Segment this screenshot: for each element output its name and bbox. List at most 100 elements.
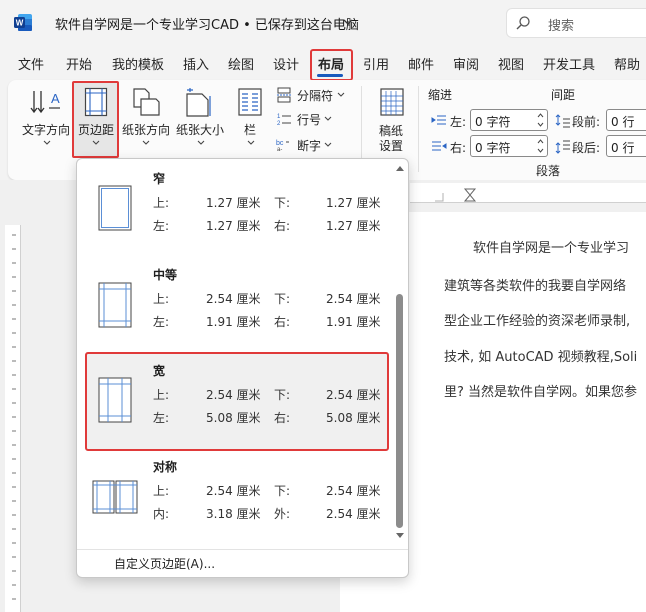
breaks-button[interactable]: 分隔符 xyxy=(297,87,333,104)
margin-corner-icon xyxy=(435,193,444,202)
document-text-line: 里? 当然是软件自学网。如果您参 xyxy=(444,385,638,400)
hyphenation-icon: bc a- xyxy=(276,140,289,152)
indent-left-value: 0 字符 xyxy=(475,115,511,129)
horizontal-ruler[interactable] xyxy=(410,183,646,203)
custom-margins-button[interactable]: 自定义页边距(A)... xyxy=(114,555,215,572)
spacing-after-value: 0 行 xyxy=(611,141,635,155)
option-label: 左: xyxy=(153,315,170,329)
indent-right-icon xyxy=(432,141,447,151)
tab-draw[interactable]: 绘图 xyxy=(228,54,254,73)
scroll-up-icon[interactable] xyxy=(395,164,405,172)
option-value: 1.91 厘米 xyxy=(326,315,381,329)
spacing-after-input[interactable]: 0 行 xyxy=(606,135,646,157)
paragraph-group-label: 段落 xyxy=(536,164,561,178)
svg-text:2: 2 xyxy=(277,121,281,127)
indent-right-input[interactable]: 0 字符 xyxy=(470,135,548,157)
spacing-before-value: 0 行 xyxy=(611,115,635,129)
option-label: 下: xyxy=(274,292,291,306)
spin-up-icon[interactable] xyxy=(537,139,544,144)
tab-layout-highlight xyxy=(310,49,353,81)
columns-icon xyxy=(238,88,262,116)
option-label: 上: xyxy=(153,292,170,306)
manuscript-icon xyxy=(380,88,404,116)
ruler-ticks-icon xyxy=(12,234,16,600)
svg-text:W: W xyxy=(16,19,24,28)
option-label: 下: xyxy=(274,196,291,210)
document-text-line: 软件自学网是一个专业学习 xyxy=(473,241,630,256)
option-name: 中等 xyxy=(153,268,178,282)
option-label: 外: xyxy=(274,507,291,521)
tab-view[interactable]: 视图 xyxy=(498,54,524,73)
option-value: 1.27 厘米 xyxy=(326,196,381,210)
tab-mailings[interactable]: 邮件 xyxy=(408,54,434,73)
option-value: 2.54 厘米 xyxy=(326,507,381,521)
vertical-ruler[interactable] xyxy=(5,225,21,612)
chevron-down-icon[interactable] xyxy=(43,140,51,146)
tab-file[interactable]: 文件 xyxy=(18,54,44,73)
tab-review[interactable]: 审阅 xyxy=(453,54,479,73)
document-text-line: 建筑等各类软件的我要自学网络 xyxy=(444,279,627,294)
option-label: 左: xyxy=(153,219,170,233)
chevron-down-icon[interactable] xyxy=(324,116,332,122)
search-icon xyxy=(516,16,530,30)
svg-text:A: A xyxy=(51,91,60,106)
option-value: 2.54 厘米 xyxy=(206,484,261,498)
option-name: 对称 xyxy=(153,460,178,474)
text-direction-button[interactable]: 文字方向 xyxy=(22,121,70,138)
line-numbers-button[interactable]: 行号 xyxy=(297,111,321,128)
tab-my-templates[interactable]: 我的模板 xyxy=(112,54,164,73)
chevron-down-icon[interactable] xyxy=(197,140,205,146)
paper-size-button[interactable]: 纸张大小 xyxy=(176,121,224,138)
tab-home[interactable]: 开始 xyxy=(66,54,92,73)
tab-insert[interactable]: 插入 xyxy=(183,54,209,73)
breaks-icon xyxy=(277,87,291,103)
option-value: 2.54 厘米 xyxy=(206,292,261,306)
search-placeholder: 搜索 xyxy=(548,19,575,34)
spin-up-icon[interactable] xyxy=(537,113,544,118)
orientation-button[interactable]: 纸张方向 xyxy=(122,121,170,138)
tab-developer[interactable]: 开发工具 xyxy=(543,54,595,73)
tab-help[interactable]: 帮助 xyxy=(614,54,640,73)
svg-text:a-: a- xyxy=(277,147,282,152)
tab-references[interactable]: 引用 xyxy=(363,54,389,73)
spin-down-icon[interactable] xyxy=(537,148,544,153)
scroll-down-icon[interactable] xyxy=(395,532,405,540)
option-value: 1.27 厘米 xyxy=(206,196,261,210)
scrollbar-thumb[interactable] xyxy=(396,294,403,528)
chevron-down-icon[interactable] xyxy=(337,92,345,98)
word-logo-icon: W xyxy=(14,14,32,31)
spacing-before-icon xyxy=(555,114,570,128)
option-label: 右: xyxy=(274,315,291,329)
chevron-down-icon[interactable] xyxy=(324,142,332,148)
spacing-after-icon xyxy=(555,140,570,154)
ruler-ticks-icon xyxy=(463,188,477,202)
manuscript-button-label-2: 设置 xyxy=(379,139,404,153)
indent-left-label: 左: xyxy=(450,115,467,129)
indent-right-value: 0 字符 xyxy=(475,141,511,155)
option-value: 1.27 厘米 xyxy=(326,219,381,233)
mirrored-margins-icon xyxy=(92,480,138,514)
spacing-before-input[interactable]: 0 行 xyxy=(606,109,646,131)
chevron-down-icon[interactable] xyxy=(341,15,355,29)
option-label: 下: xyxy=(274,484,291,498)
option-value: 1.91 厘米 xyxy=(206,315,261,329)
text-direction-icon: A xyxy=(30,91,60,114)
spacing-before-label: 段前: xyxy=(572,115,601,129)
chevron-down-icon[interactable] xyxy=(247,140,255,146)
spacing-after-label: 段后: xyxy=(572,141,601,155)
moderate-margins-icon xyxy=(98,282,132,328)
chevron-down-icon[interactable] xyxy=(142,140,150,146)
line-numbers-icon: 1 2 xyxy=(277,114,291,127)
ribbon-separator xyxy=(418,86,419,172)
paper-size-icon xyxy=(186,88,211,117)
option-value: 2.54 厘米 xyxy=(326,484,381,498)
spin-down-icon[interactable] xyxy=(537,122,544,127)
option-label: 内: xyxy=(153,507,170,521)
selected-option-highlight xyxy=(85,352,389,451)
tab-design[interactable]: 设计 xyxy=(273,54,299,73)
document-title[interactable]: 软件自学网是一个专业学习CAD • 已保存到这台电脑 xyxy=(55,14,359,33)
indent-left-input[interactable]: 0 字符 xyxy=(470,109,548,131)
svg-text:1: 1 xyxy=(277,114,281,120)
hyphenation-button[interactable]: 断字 xyxy=(297,137,321,154)
columns-button[interactable]: 栏 xyxy=(244,121,256,138)
